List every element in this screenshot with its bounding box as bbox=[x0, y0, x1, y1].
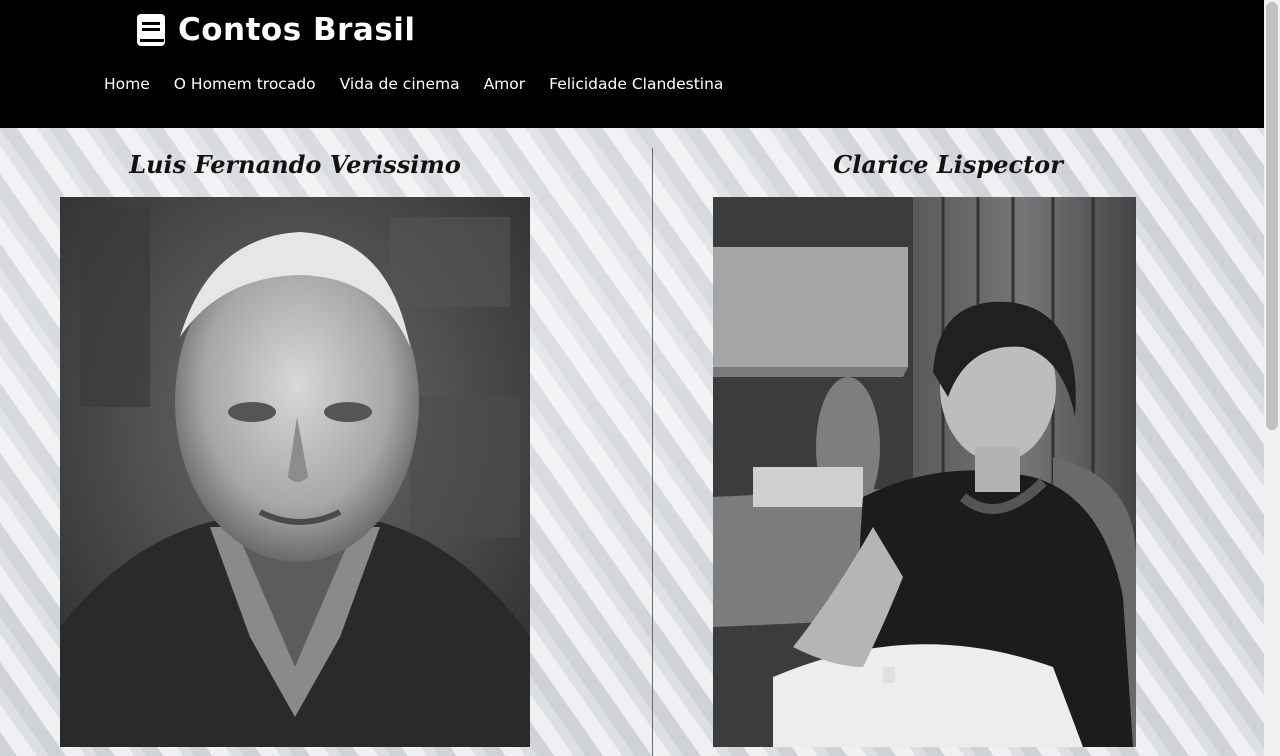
column-divider bbox=[652, 148, 653, 756]
author-photo-verissimo[interactable] bbox=[60, 197, 530, 747]
author-name-lispector: Clarice Lispector bbox=[833, 150, 1063, 179]
nav-item-o-homem-trocado[interactable]: O Homem trocado bbox=[174, 73, 316, 95]
scrollbar-thumb[interactable] bbox=[1266, 2, 1278, 430]
authors-section: Luis Fernando Verissimo Clarice Lispecto… bbox=[0, 128, 1264, 756]
nav-item-vida-de-cinema[interactable]: Vida de cinema bbox=[340, 73, 460, 95]
book-icon bbox=[136, 13, 166, 47]
nav-item-felicidade-clandestina[interactable]: Felicidade Clandestina bbox=[549, 73, 723, 95]
brand-title: Contos Brasil bbox=[178, 12, 416, 48]
brand[interactable]: Contos Brasil bbox=[136, 10, 416, 50]
nav-item-home[interactable]: Home bbox=[104, 73, 150, 95]
page-scrollbar[interactable] bbox=[1264, 0, 1280, 756]
author-name-verissimo: Luis Fernando Verissimo bbox=[129, 150, 461, 179]
nav-item-amor[interactable]: Amor bbox=[484, 73, 526, 95]
site-header: Contos Brasil Home O Homem trocado Vida … bbox=[0, 0, 1264, 128]
author-photo-lispector[interactable] bbox=[713, 197, 1136, 747]
main-nav: Home O Homem trocado Vida de cinema Amor… bbox=[104, 73, 747, 95]
